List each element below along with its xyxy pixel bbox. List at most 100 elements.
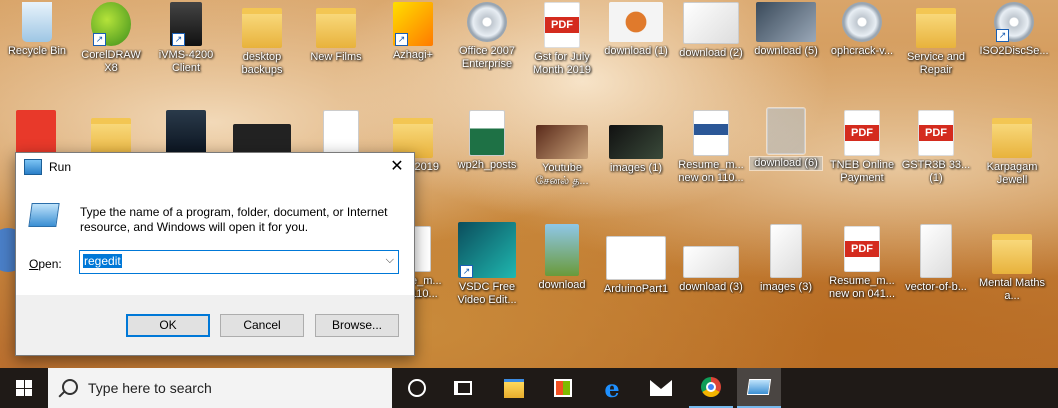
task-view-button[interactable]	[441, 368, 485, 408]
open-label: Open:	[29, 257, 62, 271]
taskbar-edge[interactable]: e	[590, 368, 634, 408]
desktop-icon-label: CorelDRAW X8	[81, 49, 141, 74]
desktop-icon-label: Recycle Bin	[7, 45, 67, 57]
desktop-icon-office-2007[interactable]: Office 2007 Enterprise	[451, 2, 523, 71]
run-dialog-titlebar[interactable]: Run ✕	[16, 153, 414, 181]
taskbar-store[interactable]	[541, 368, 585, 408]
desktop-icon-label: Youtube சேனல் த...	[535, 162, 589, 187]
desktop-icon-download-5[interactable]: download (5)	[750, 2, 822, 58]
open-input-value[interactable]: regedit	[83, 254, 122, 268]
desktop-icon-download[interactable]: download	[526, 224, 598, 292]
folder-icon	[916, 8, 956, 48]
desktop-icon-vsdc[interactable]: ↗ VSDC Free Video Edit...	[451, 222, 523, 307]
desktop-icon-label: images (1)	[610, 162, 662, 174]
shortcut-arrow-icon: ↗	[172, 33, 185, 46]
desktop-icon-mental-maths[interactable]: Mental Maths a...	[976, 228, 1048, 303]
search-placeholder: Type here to search	[88, 380, 212, 396]
desktop-icon-images-3[interactable]: images (3)	[750, 224, 822, 294]
taskbar-search-box[interactable]: Type here to search	[48, 368, 392, 408]
desktop-icon-app-row2[interactable]	[150, 110, 222, 154]
shortcut-arrow-icon: ↗	[996, 29, 1009, 42]
desktop-icon-iso2disc[interactable]: ↗ ISO2DiscSe...	[978, 2, 1050, 58]
desktop-icon-service-repair[interactable]: Service and Repair	[900, 2, 972, 77]
azhagi-icon: ↗	[393, 2, 433, 46]
pdf-file-icon	[844, 226, 880, 272]
excel-file-icon	[469, 110, 505, 156]
browse-button[interactable]: Browse...	[315, 314, 399, 337]
desktop-icon-desktop-backups[interactable]: desktop backups	[226, 2, 298, 77]
run-dialog: Run ✕ Type the name of a program, folder…	[15, 152, 415, 356]
desktop-icon-gst-july[interactable]: Gst for July Month 2019	[526, 2, 598, 77]
start-button[interactable]	[0, 368, 48, 408]
cancel-button[interactable]: Cancel	[220, 314, 304, 337]
desktop-icon-download-1[interactable]: download (1)	[600, 2, 672, 58]
search-icon	[62, 379, 78, 395]
desktop-icon-azhagi[interactable]: ↗ Azhagi+	[377, 2, 449, 62]
desktop-icon-label: download (5)	[754, 45, 818, 57]
cortana-button[interactable]	[395, 368, 439, 408]
desktop-icon-coreldraw[interactable]: ↗ CorelDRAW X8	[75, 2, 147, 75]
desktop-icon-recycle-bin[interactable]: Recycle Bin	[1, 2, 73, 58]
desktop-icon-resume-041[interactable]: Resume_m... new on 041...	[826, 226, 898, 301]
desktop-icon-label: Mental Maths a...	[978, 277, 1046, 302]
ivms-icon: ↗	[170, 2, 202, 46]
mail-icon	[650, 380, 672, 396]
image-file-icon	[756, 2, 816, 42]
shortcut-arrow-icon: ↗	[395, 33, 408, 46]
taskbar-chrome[interactable]	[689, 368, 733, 408]
desktop-icon-new-films[interactable]: New Films	[300, 2, 372, 64]
desktop-icon-download-6[interactable]: download (6)	[749, 107, 823, 171]
desktop-icon-label: download (3)	[679, 281, 743, 293]
close-icon[interactable]: ✕	[380, 153, 414, 181]
coreldraw-icon: ↗	[91, 2, 131, 46]
desktop-icon-file-row2[interactable]	[305, 110, 377, 156]
desktop-icon-vector-of-b[interactable]: vector-of-b...	[900, 224, 972, 294]
desktop-icon-download-2[interactable]: download (2)	[675, 2, 747, 60]
disc-image-icon	[842, 2, 882, 42]
image-file-icon	[920, 224, 952, 278]
desktop-icon-label: Office 2007 Enterprise	[458, 45, 516, 70]
desktop-icon-download-3[interactable]: download (3)	[675, 246, 747, 294]
desktop-icon-label: Karpagam Jewell	[986, 161, 1038, 186]
disc-image-icon: ↗	[994, 2, 1034, 42]
desktop-icon-tneb[interactable]: TNEB Online Payment	[826, 110, 898, 185]
pdf-file-icon	[844, 110, 880, 156]
windows-logo-icon	[16, 380, 32, 396]
image-file-icon	[609, 2, 663, 42]
recycle-bin-icon	[22, 2, 52, 42]
desktop-icon-label: desktop backups	[241, 51, 283, 76]
desktop-icon-images-1[interactable]: images (1)	[600, 125, 672, 175]
desktop-icon-label: download (6)	[749, 156, 823, 171]
desktop-icon-video-row2[interactable]	[226, 124, 298, 154]
desktop-icon-ophcrack[interactable]: ophcrack-v...	[826, 2, 898, 58]
run-description: Type the name of a program, folder, docu…	[80, 205, 388, 234]
desktop-icon-label: VSDC Free Video Edit...	[457, 281, 517, 306]
desktop-icon-label: Azhagi+	[392, 49, 434, 61]
desktop-icon-label: download	[538, 279, 586, 291]
desktop-icon-arduinopart1[interactable]: ArduinoPart1	[600, 236, 672, 296]
shortcut-arrow-icon: ↗	[460, 265, 473, 278]
chevron-down-icon[interactable]: ⌵	[386, 254, 394, 267]
desktop-icon-label: Resume_m... new on 110...	[678, 159, 744, 184]
desktop-icon-resume-110[interactable]: Resume_m... new on 110...	[675, 110, 747, 185]
image-file-icon	[683, 246, 739, 278]
anydesk-icon	[16, 110, 56, 154]
open-label-text: pen:	[38, 257, 62, 271]
run-icon	[746, 379, 772, 395]
desktop-icon-label: ophcrack-v...	[830, 45, 894, 57]
desktop-icon-ivms[interactable]: ↗ iVMS-4200 Client	[150, 2, 222, 75]
taskbar-mail[interactable]	[639, 368, 683, 408]
ok-button[interactable]: OK	[126, 314, 210, 337]
desktop-icon-label: iVMS-4200 Client	[158, 49, 214, 74]
open-combobox[interactable]: regedit ⌵	[79, 250, 399, 274]
desktop-icon-gstr3b[interactable]: GSTR3B 33... (1)	[900, 110, 972, 185]
desktop-icon-anydesk[interactable]	[0, 110, 72, 154]
taskbar-file-explorer[interactable]	[492, 368, 536, 408]
edge-icon: e	[604, 373, 620, 403]
run-dialog-title: Run	[49, 160, 72, 174]
desktop-icon-karpagam[interactable]: Karpagam Jewell	[976, 112, 1048, 187]
desktop-icon-label: ArduinoPart1	[603, 283, 669, 295]
desktop-icon-youtube[interactable]: Youtube சேனல் த...	[526, 125, 598, 188]
taskbar-run[interactable]	[737, 368, 781, 408]
desktop-icon-wp2h-posts[interactable]: wp2h_posts	[451, 110, 523, 172]
